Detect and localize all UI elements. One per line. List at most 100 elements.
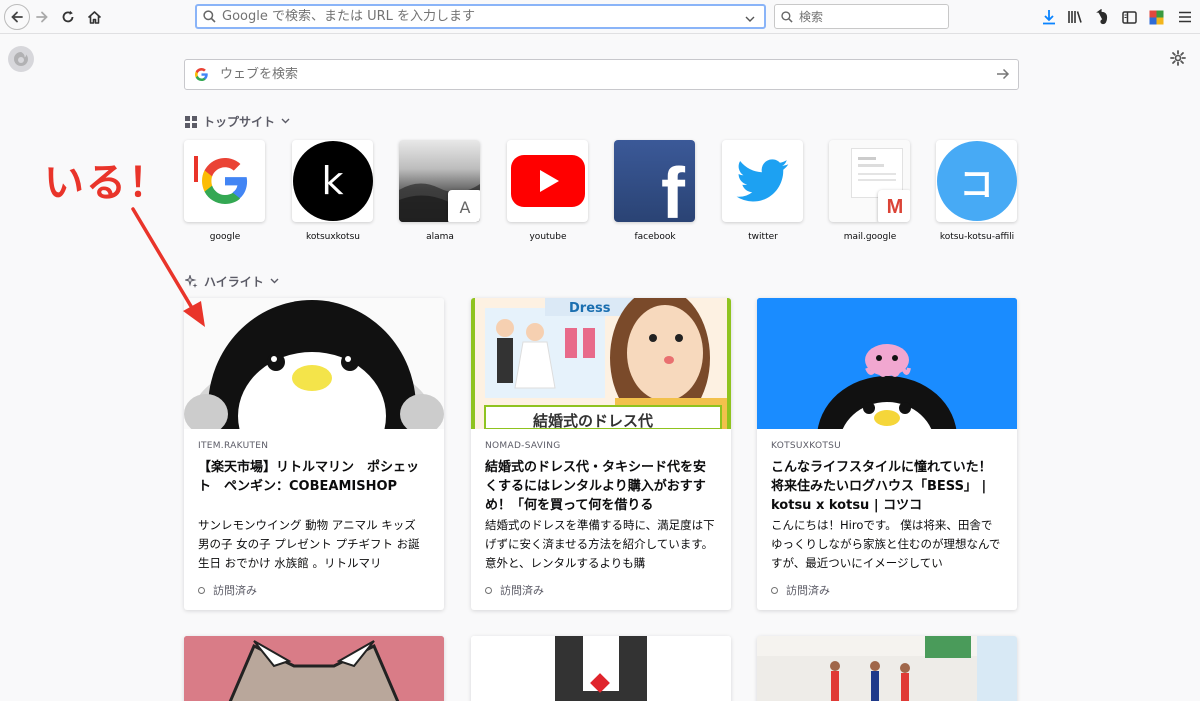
- topsite-tile[interactable]: [507, 140, 588, 222]
- evernote-icon: [1096, 9, 1108, 25]
- search-submit-arrow-icon[interactable]: [988, 65, 1018, 84]
- facebook-f-icon: f: [661, 154, 685, 222]
- topsite-tile[interactable]: [722, 140, 803, 222]
- sidebar-icon: [1121, 10, 1137, 24]
- visited-icon: [771, 586, 778, 594]
- gmail-m-icon: M: [886, 195, 904, 218]
- sidebar-button[interactable]: [1120, 8, 1138, 26]
- card-description: こんにちは！Hiroです。 僕は将来、田舎でゆっくりしながら家族と住むのが理想な…: [771, 518, 1001, 570]
- visited-label: 訪問済み: [500, 584, 544, 597]
- card-source: NOMAD-SAVING: [485, 441, 561, 451]
- url-bar[interactable]: [195, 4, 766, 29]
- highlight-card[interactable]: KOTSUXKOTSU こんなライフスタイルに憧れていた！将来住みたいログハウス…: [757, 298, 1017, 610]
- home-button[interactable]: [82, 5, 106, 29]
- extension-grid-icon: [1149, 10, 1163, 24]
- google-g-icon: [195, 68, 208, 81]
- kotsu-affili-letter: コ: [959, 164, 994, 205]
- downloads-button[interactable]: [1040, 8, 1058, 26]
- twitter-bird-icon: [736, 159, 788, 202]
- search-bar[interactable]: [774, 4, 949, 29]
- kotsu-letter: k: [321, 159, 344, 203]
- topsite-alama[interactable]: A alama: [399, 140, 481, 242]
- cartoon-creature-image: [184, 636, 444, 701]
- topsites-grid-icon: [185, 115, 197, 128]
- url-input[interactable]: [222, 9, 740, 24]
- wedding-dress-image: Dress 結婚式のドレス代: [471, 298, 731, 429]
- highlight-card[interactable]: ITEM.RAKUTEN 【楽天市場】リトルマリン ポシェット ペンギン：COB…: [184, 298, 444, 610]
- search-input[interactable]: [799, 9, 939, 24]
- dance-photo-image: [757, 636, 1017, 701]
- card-title: 【楽天市場】リトルマリン ポシェット ペンギン：COBEAMISHOP: [198, 460, 420, 494]
- alama-letter: A: [459, 197, 471, 217]
- chevron-down-icon[interactable]: [281, 117, 290, 127]
- card-description: サンレモンウイング 動物 アニマル キッズ 男の子 女の子 プレゼント プチギフ…: [198, 518, 420, 570]
- topsites-title: トップサイト: [203, 115, 276, 129]
- gear-icon[interactable]: [1170, 50, 1188, 68]
- topsites-header[interactable]: トップサイト: [185, 113, 290, 130]
- reload-button[interactable]: [56, 5, 80, 29]
- penguin-plush-image: [184, 298, 444, 429]
- card-source: ITEM.RAKUTEN: [198, 441, 269, 451]
- highlight-card[interactable]: Dress 結婚式のドレス代 NOMAD-SAVING 結婚式のドレス代・タキシ…: [471, 298, 731, 610]
- topsite-tile[interactable]: コ: [936, 140, 1017, 222]
- visited-label: 訪問済み: [786, 584, 830, 597]
- back-button[interactable]: [4, 4, 30, 30]
- highlight-card[interactable]: [471, 636, 731, 701]
- library-button[interactable]: [1066, 8, 1084, 26]
- gmail-favicon: M: [878, 190, 910, 222]
- red-mark: [194, 156, 198, 182]
- highlight-card[interactable]: [757, 636, 1017, 701]
- alama-favicon: A: [448, 190, 480, 222]
- reload-icon: [62, 10, 74, 23]
- browser-toolbar: [0, 0, 1200, 34]
- topsite-tile[interactable]: k: [292, 140, 373, 222]
- kotsu-logo: k: [292, 141, 373, 221]
- extension-button[interactable]: [1147, 8, 1165, 26]
- visited-indicator: 訪問済み: [485, 582, 544, 598]
- library-icon: [1068, 11, 1082, 23]
- topsite-label: youtube: [529, 232, 567, 242]
- home-icon: [87, 10, 101, 24]
- topsite-label: twitter: [748, 232, 778, 242]
- card-title: 結婚式のドレス代・タキシード代を安くするにはレンタルより購入がおすすめ！「何を買…: [485, 460, 707, 513]
- penguin-illustration-image: [757, 298, 1017, 429]
- firefox-logo-icon: [8, 46, 34, 72]
- chevron-down-icon[interactable]: [270, 277, 279, 287]
- annotation-text: いる！: [44, 160, 170, 206]
- web-search-input[interactable]: [220, 67, 988, 82]
- logo-thumbnail-image: [471, 636, 731, 701]
- topsite-twitter[interactable]: twitter: [722, 140, 804, 242]
- topsite-tile[interactable]: f: [614, 140, 695, 222]
- google-g-icon: [201, 158, 247, 204]
- visited-indicator: 訪問済み: [198, 582, 257, 598]
- topsite-tile[interactable]: A: [399, 140, 480, 222]
- highlight-card[interactable]: [184, 636, 444, 701]
- annotation-arrow: [131, 207, 205, 327]
- topsite-mail-google[interactable]: M mail.google: [829, 140, 911, 242]
- evernote-button[interactable]: [1093, 8, 1111, 26]
- card-title: こんなライフスタイルに憧れていた！将来住みたいログハウス「BESS」 | kot…: [771, 460, 992, 513]
- topsite-kotsu-kotsu-affili[interactable]: コ kotsu-kotsu-affili: [936, 140, 1018, 242]
- menu-button[interactable]: [1176, 8, 1194, 26]
- web-search-box[interactable]: [184, 59, 1019, 90]
- dress-sign: Dress: [569, 301, 611, 316]
- topsite-label: alama: [426, 232, 454, 242]
- visited-label: 訪問済み: [213, 584, 257, 597]
- arrow-right-icon: [36, 11, 48, 23]
- forward-button[interactable]: [30, 5, 54, 29]
- download-arrow-icon: [1043, 10, 1055, 25]
- topsite-tile[interactable]: M: [829, 140, 910, 222]
- topsites-grid: google k kotsuxkotsu A alama youtube f f…: [184, 140, 1020, 250]
- card-source: KOTSUXKOTSU: [771, 441, 842, 451]
- topsite-youtube[interactable]: youtube: [507, 140, 589, 242]
- visited-indicator: 訪問済み: [771, 582, 830, 598]
- topsite-kotsuxkotsu[interactable]: k kotsuxkotsu: [292, 140, 374, 242]
- hamburger-menu-icon: [1179, 11, 1191, 23]
- search-icon: [781, 10, 793, 23]
- kotsu-affili-logo: コ: [936, 141, 1017, 221]
- chevron-down-icon[interactable]: [740, 7, 760, 26]
- topsite-label: mail.google: [843, 232, 897, 242]
- arrow-left-icon: [11, 11, 23, 23]
- topsite-facebook[interactable]: f facebook: [614, 140, 696, 242]
- topsite-label: kotsuxkotsu: [306, 232, 360, 242]
